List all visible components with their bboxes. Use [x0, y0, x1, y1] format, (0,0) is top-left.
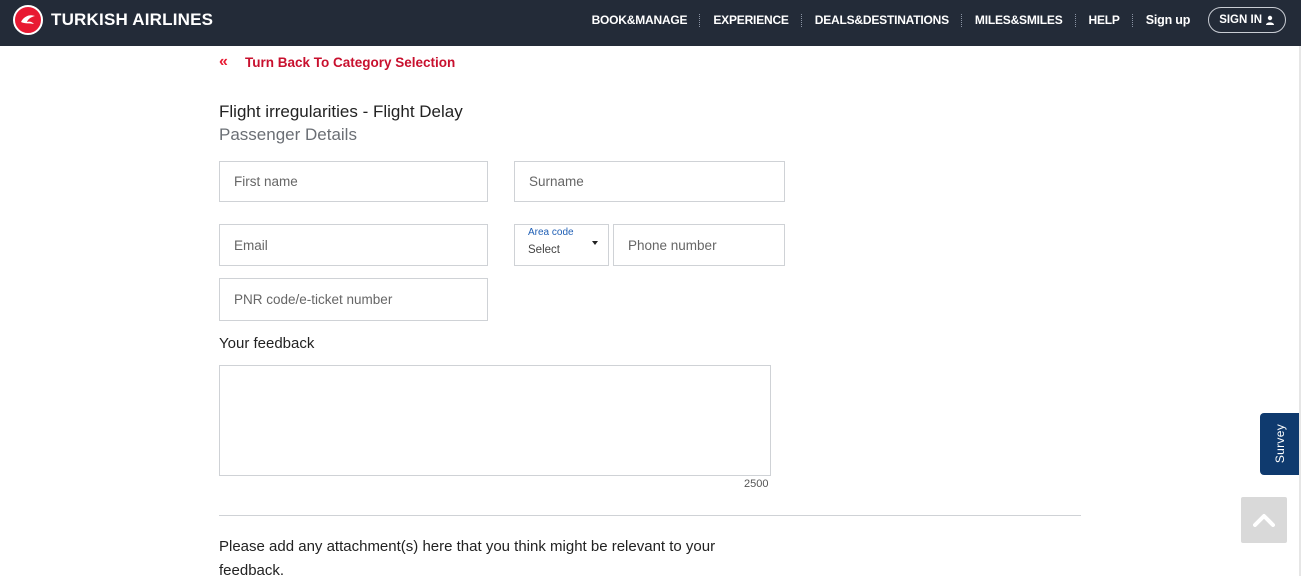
- nav-help[interactable]: HELP: [1077, 13, 1132, 27]
- scroll-to-top-button[interactable]: [1241, 497, 1287, 543]
- surname-input[interactable]: [515, 162, 784, 201]
- section-divider: [219, 515, 1081, 516]
- brand-name: TURKISH AIRLINES: [51, 10, 214, 29]
- attachment-instructions: Please add any attachment(s) here that y…: [219, 538, 716, 576]
- nav-miles-smiles[interactable]: MILES&SMILES: [963, 13, 1075, 27]
- email-field[interactable]: [219, 224, 488, 266]
- character-counter: 2500: [744, 478, 769, 490]
- double-chevron-left-icon: «: [219, 53, 228, 70]
- sign-in-label: SIGN IN: [1219, 14, 1262, 26]
- page: TURKISH AIRLINES BOOK&MANAGE EXPERIENCE …: [0, 0, 1301, 576]
- form-title: Flight irregularities - Flight Delay: [219, 102, 463, 121]
- nav-deals-destinations[interactable]: DEALS&DESTINATIONS: [803, 13, 961, 27]
- area-code-value: Select: [528, 244, 560, 256]
- crane-logo-icon: [13, 5, 43, 35]
- back-link-label: Turn Back To Category Selection: [245, 54, 456, 70]
- area-code-select[interactable]: Area code Select: [514, 224, 609, 266]
- pnr-input[interactable]: [220, 279, 487, 320]
- phone-number-input[interactable]: [614, 225, 784, 265]
- form-section-title: Passenger Details: [219, 125, 357, 144]
- email-input[interactable]: [220, 225, 487, 265]
- first-name-input[interactable]: [220, 162, 487, 201]
- main-nav: BOOK&MANAGE EXPERIENCE DEALS&DESTINATION…: [580, 0, 1286, 40]
- first-name-field[interactable]: [219, 161, 488, 202]
- survey-tab[interactable]: Survey: [1260, 413, 1299, 475]
- feedback-textarea[interactable]: [220, 366, 770, 475]
- caret-down-icon: [592, 241, 598, 245]
- pnr-field[interactable]: [219, 278, 488, 321]
- feedback-field[interactable]: [219, 365, 771, 476]
- chevron-up-icon: [1253, 514, 1275, 527]
- turkish-airlines-logo[interactable]: TURKISH AIRLINES: [13, 5, 213, 35]
- user-icon: [1266, 15, 1274, 25]
- surname-field[interactable]: [514, 161, 785, 202]
- top-navigation-bar: TURKISH AIRLINES BOOK&MANAGE EXPERIENCE …: [0, 0, 1301, 46]
- area-code-label: Area code: [528, 227, 574, 238]
- sign-in-button[interactable]: SIGN IN: [1208, 7, 1286, 33]
- nav-sign-up[interactable]: Sign up: [1134, 13, 1202, 27]
- survey-tab-label: Survey: [1272, 424, 1287, 464]
- nav-experience[interactable]: EXPERIENCE: [701, 13, 800, 27]
- phone-number-field[interactable]: [613, 224, 785, 266]
- back-to-category-link[interactable]: « Turn Back To Category Selection: [219, 54, 455, 70]
- feedback-label: Your feedback: [219, 335, 315, 352]
- nav-book-manage[interactable]: BOOK&MANAGE: [580, 13, 700, 27]
